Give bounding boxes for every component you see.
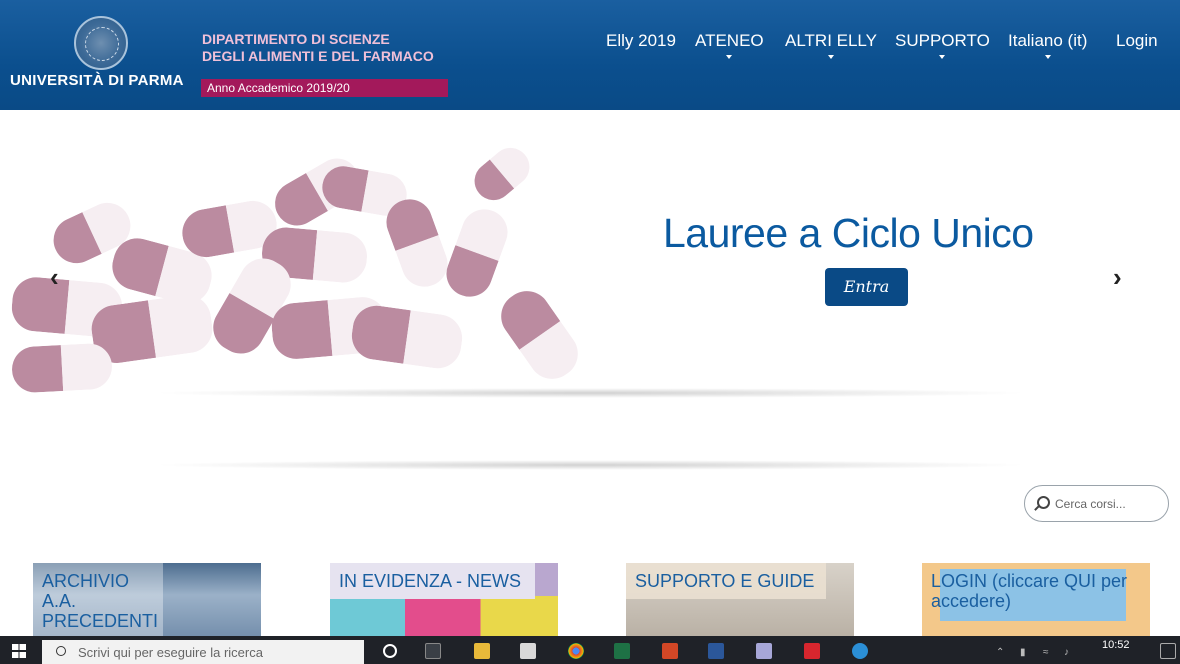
search-icon bbox=[1037, 496, 1050, 509]
nav-label: Elly 2019 bbox=[606, 31, 676, 50]
nav-label: Italiano (it) bbox=[1008, 31, 1088, 50]
university-seal-logo[interactable] bbox=[74, 16, 128, 70]
department-line-2: DEGLI ALIMENTI E DEL FARMACO bbox=[202, 48, 434, 64]
word-icon[interactable] bbox=[708, 643, 724, 659]
page: UNIVERSITÀ DI PARMA DIPARTIMENTO DI SCIE… bbox=[0, 0, 1180, 664]
nav-label: ALTRI ELLY bbox=[785, 31, 877, 50]
tile-supporto-guide[interactable]: SUPPORTO E GUIDE bbox=[626, 563, 854, 643]
windows-start-icon[interactable] bbox=[12, 644, 26, 658]
notifications-icon[interactable] bbox=[1160, 643, 1176, 659]
nav-item-ateneo[interactable]: ATENEO bbox=[695, 31, 764, 59]
powerpoint-icon[interactable] bbox=[662, 643, 678, 659]
nav-item-supporto[interactable]: SUPPORTO bbox=[895, 31, 990, 59]
search-input[interactable] bbox=[1055, 494, 1160, 514]
acrobat-icon[interactable] bbox=[804, 643, 820, 659]
department-line-1: DIPARTIMENTO DI SCIENZE bbox=[202, 31, 390, 47]
caret-down-icon bbox=[827, 55, 834, 59]
pills-image bbox=[9, 140, 592, 394]
windows-taskbar: Scrivi qui per eseguire la ricerca ⌃ ▮ ≈… bbox=[0, 636, 1180, 664]
wifi-icon[interactable]: ≈ bbox=[1043, 647, 1049, 658]
tile-label: SUPPORTO E GUIDE bbox=[626, 563, 826, 599]
tile-archivio[interactable]: ARCHIVIO A.A. PRECEDENTI bbox=[33, 563, 261, 643]
carousel-title: Lauree a Ciclo Unico bbox=[663, 210, 1034, 256]
volume-icon[interactable]: ♪ bbox=[1064, 647, 1069, 658]
edge-icon[interactable] bbox=[852, 643, 868, 659]
nav-label: ATENEO bbox=[695, 31, 764, 50]
excel-icon[interactable] bbox=[614, 643, 630, 659]
chevron-right-icon[interactable]: › bbox=[1113, 262, 1122, 293]
nav-item-login[interactable]: Login bbox=[1116, 31, 1158, 51]
cortana-icon[interactable] bbox=[383, 644, 397, 658]
chevron-left-icon[interactable]: ‹ bbox=[50, 262, 59, 293]
taskbar-search-box[interactable]: Scrivi qui per eseguire la ricerca bbox=[42, 640, 364, 664]
academic-year-badge: Anno Accademico 2019/20 bbox=[201, 79, 448, 97]
tile-in-evidenza[interactable]: IN EVIDENZA - NEWS bbox=[330, 563, 558, 643]
tile-label-line-2: PRECEDENTI bbox=[42, 611, 159, 631]
app-icon[interactable] bbox=[756, 643, 772, 659]
search-icon bbox=[56, 646, 66, 656]
nav-item-language[interactable]: Italiano (it) bbox=[1008, 31, 1088, 59]
taskbar-search-placeholder: Scrivi qui per eseguire la ricerca bbox=[78, 645, 263, 660]
tile-label-line-1: LOGIN (cliccare QUI per bbox=[931, 571, 1128, 591]
nav-item-altri-elly[interactable]: ALTRI ELLY bbox=[785, 31, 877, 59]
caret-down-icon bbox=[939, 55, 946, 59]
taskbar-clock[interactable]: 10:52 bbox=[1102, 639, 1130, 651]
file-explorer-icon[interactable] bbox=[474, 643, 490, 659]
university-name[interactable]: UNIVERSITÀ DI PARMA bbox=[10, 72, 184, 89]
divider-shadow bbox=[150, 460, 1030, 470]
battery-icon[interactable]: ▮ bbox=[1020, 647, 1026, 658]
chrome-icon[interactable] bbox=[568, 643, 584, 659]
tile-label: IN EVIDENZA - NEWS bbox=[330, 563, 535, 599]
tile-label: LOGIN (cliccare QUI per accedere) bbox=[922, 563, 1136, 619]
caret-down-icon bbox=[1044, 55, 1051, 59]
tile-label-line-1: ARCHIVIO A.A. bbox=[42, 571, 130, 611]
mail-icon[interactable] bbox=[520, 643, 536, 659]
enter-button[interactable]: Entra bbox=[825, 268, 908, 306]
task-view-icon[interactable] bbox=[425, 643, 441, 659]
caret-down-icon bbox=[726, 55, 733, 59]
divider-shadow bbox=[150, 388, 1030, 398]
chevron-up-icon[interactable]: ⌃ bbox=[996, 647, 1004, 658]
department-name[interactable]: DIPARTIMENTO DI SCIENZE DEGLI ALIMENTI E… bbox=[202, 31, 434, 65]
tile-login[interactable]: LOGIN (cliccare QUI per accedere) bbox=[922, 563, 1150, 643]
nav-item-elly-2019[interactable]: Elly 2019 bbox=[606, 31, 676, 51]
nav-label: Login bbox=[1116, 31, 1158, 50]
tile-label-line-2: accedere) bbox=[931, 591, 1012, 611]
nav-label: SUPPORTO bbox=[895, 31, 990, 50]
course-search[interactable] bbox=[1024, 485, 1169, 522]
tile-label: ARCHIVIO A.A. PRECEDENTI bbox=[33, 563, 163, 639]
site-header: UNIVERSITÀ DI PARMA DIPARTIMENTO DI SCIE… bbox=[0, 0, 1180, 110]
